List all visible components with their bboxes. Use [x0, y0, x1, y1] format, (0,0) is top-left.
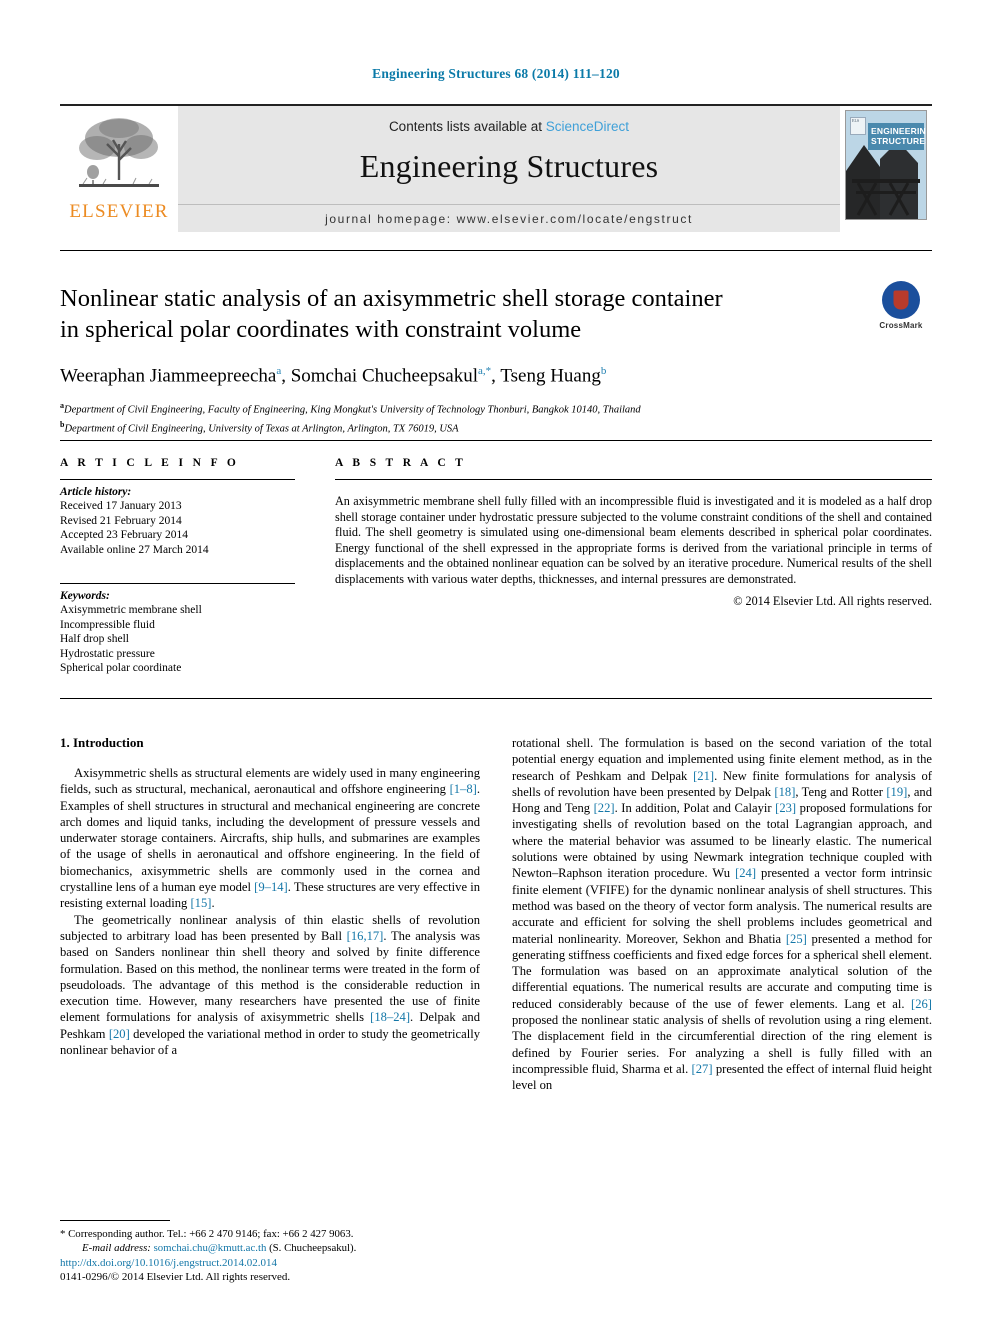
article-history-received: Received 17 January 2013 [60, 500, 182, 512]
running-head: Engineering Structures 68 (2014) 111–120 [372, 66, 620, 81]
abstract-rule [335, 479, 932, 480]
article-history-online: Available online 27 March 2014 [60, 543, 209, 556]
body-column-right: rotational shell. The formulation is bas… [512, 735, 932, 1255]
affiliation-a-text: Department of Civil Engineering, Faculty… [64, 404, 641, 416]
section-heading-introduction: 1. Introduction [60, 735, 144, 750]
title-line-1: Nonlinear static analysis of an axisymme… [60, 285, 723, 312]
crossmark-shield-inner [893, 290, 909, 310]
footnote-marker: * [60, 1228, 66, 1240]
footnote-email: E-mail address: somchai.chu@kmutt.ac.th … [60, 1241, 480, 1255]
cover-title: ENGINEERING STRUCTURES [868, 123, 927, 150]
contents-prefix: Contents lists available at [388, 119, 546, 134]
author-3-affil-marker: b [600, 365, 607, 377]
footnote-email-label: E-mail address: [82, 1242, 151, 1254]
crossmark-badge[interactable]: CrossMark [870, 281, 932, 330]
cover-elsevier-mini-logo: ELS [850, 117, 866, 135]
affiliation-list: aDepartment of Civil Engineering, Facult… [60, 399, 932, 436]
affiliation-a: aDepartment of Civil Engineering, Facult… [60, 399, 932, 418]
keyword-item: Incompressible fluid [60, 618, 155, 631]
abstract-heading: A B S T R A C T [335, 457, 467, 469]
keywords-block: Keywords: Axisymmetric membrane shell In… [60, 583, 295, 676]
doi-block: http://dx.doi.org/10.1016/j.engstruct.20… [60, 1256, 560, 1284]
elsevier-tree-icon [73, 114, 165, 199]
footnote-rule [60, 1220, 170, 1221]
cover-title-line1: ENGINEERING [871, 126, 927, 136]
body-column-left: 1. Introduction Axisymmetric shells as s… [60, 735, 480, 1255]
abstract-copyright: © 2014 Elsevier Ltd. All rights reserved… [733, 593, 932, 608]
elsevier-logo: ELSEVIER [60, 104, 178, 232]
abstract-text: An axisymmetric membrane shell fully fil… [335, 494, 932, 586]
affiliation-b-text: Department of Civil Engineering, Univers… [64, 423, 459, 435]
keyword-item: Axisymmetric membrane shell [60, 604, 202, 616]
doi-link[interactable]: http://dx.doi.org/10.1016/j.engstruct.20… [60, 1256, 560, 1270]
title-block: CrossMark Nonlinear static analysis of a… [60, 250, 932, 436]
author-sep-1: , [281, 365, 291, 387]
keywords-label: Keywords: [60, 590, 110, 602]
footnote-corresponding-author: * Corresponding author. Tel.: +66 2 470 … [60, 1227, 480, 1241]
author-list: Weeraphan Jiammeepreechaa, Somchai Chuch… [60, 365, 932, 387]
issn-copyright: 0141-0296/© 2014 Elsevier Ltd. All right… [60, 1271, 291, 1283]
intro-paragraph-3: rotational shell. The formulation is bas… [512, 736, 933, 1093]
journal-homepage[interactable]: journal homepage: www.elsevier.com/locat… [178, 204, 840, 232]
article-page: Engineering Structures 68 (2014) 111–120 [0, 0, 992, 1323]
keyword-item: Spherical polar coordinate [60, 662, 182, 674]
crossmark-label: CrossMark [879, 321, 923, 330]
article-info-heading: A R T I C L E I N F O [60, 457, 240, 469]
cover-image: ELS ENGINEERING STRUCTURES [845, 110, 927, 220]
footnote-email-address[interactable]: somchai.chu@kmutt.ac.th [154, 1242, 267, 1254]
title-line-2: in spherical polar coordinates with cons… [60, 316, 582, 343]
article-body: 1. Introduction Axisymmetric shells as s… [60, 735, 932, 1255]
journal-title: Engineering Structures [359, 148, 659, 184]
elsevier-wordmark: ELSEVIER [69, 201, 169, 222]
article-history-label: Article history: [60, 486, 132, 498]
page-title: Nonlinear static analysis of an axisymme… [60, 283, 820, 345]
keyword-item: Hydrostatic pressure [60, 647, 155, 660]
footnote-block: * Corresponding author. Tel.: +66 2 470 … [60, 1220, 480, 1255]
footnote-email-owner: (S. Chucheepsakul). [269, 1242, 357, 1254]
keywords-rule [60, 583, 295, 584]
info-abstract-section: A R T I C L E I N F O Article history: R… [60, 440, 932, 699]
journal-cover-thumbnail: ELS ENGINEERING STRUCTURES [840, 104, 932, 232]
abstract-column: A B S T R A C T An axisymmetric membrane… [335, 457, 932, 676]
author-2-affil-marker: a,* [478, 365, 492, 377]
article-history-accepted: Accepted 23 February 2014 [60, 529, 189, 541]
author-3: Tseng Huang [500, 365, 601, 387]
journal-masthead: ELSEVIER Contents lists available at Sci… [60, 104, 932, 232]
author-1: Weeraphan Jiammeepreecha [60, 365, 277, 387]
sciencedirect-link[interactable]: ScienceDirect [546, 119, 629, 134]
intro-paragraph-2: The geometrically nonlinear analysis of … [60, 912, 481, 1058]
cover-title-line2: STRUCTURES [871, 136, 927, 146]
masthead-center: Contents lists available at ScienceDirec… [178, 104, 840, 232]
keyword-item: Half drop shell [60, 633, 129, 645]
affiliation-b: bDepartment of Civil Engineering, Univer… [60, 418, 932, 437]
article-info-rule-top [60, 479, 295, 480]
author-sep-2: , [491, 365, 501, 387]
crossmark-icon [882, 281, 920, 319]
article-info-column: A R T I C L E I N F O Article history: R… [60, 457, 295, 676]
article-history-revised: Revised 21 February 2014 [60, 514, 182, 527]
contents-lists-line: Contents lists available at ScienceDirec… [389, 119, 629, 134]
footnote-corresponding-text: Corresponding author. Tel.: +66 2 470 91… [68, 1228, 354, 1240]
author-2: Somchai Chucheepsakul [290, 365, 479, 387]
intro-paragraph-1: Axisymmetric shells as structural elemen… [60, 766, 481, 911]
